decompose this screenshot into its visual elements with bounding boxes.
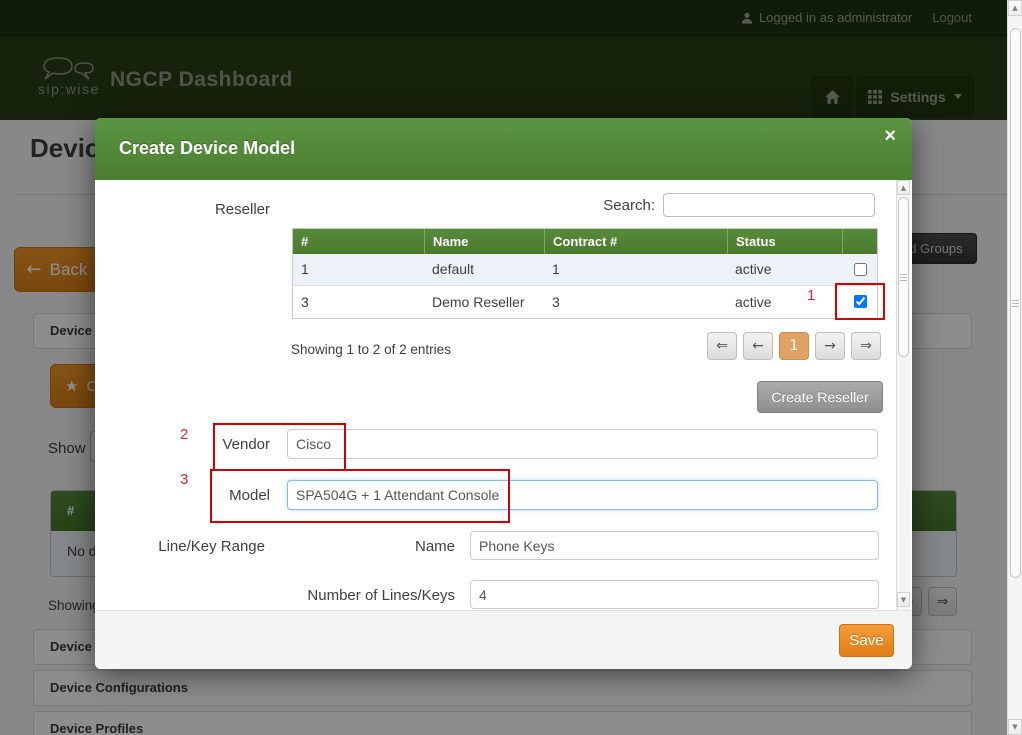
column-header-id[interactable]: # bbox=[293, 229, 424, 254]
reseller-select-checkbox[interactable] bbox=[854, 263, 867, 276]
annotation-box-checkbox bbox=[835, 283, 885, 320]
search-input[interactable] bbox=[663, 193, 875, 217]
reseller-label: Reseller bbox=[185, 201, 270, 218]
cell-contract: 3 bbox=[544, 286, 727, 318]
modal-footer: Save bbox=[95, 610, 912, 669]
scrollbar-grip bbox=[900, 277, 907, 278]
modal-scrollbar[interactable]: ▲ ▼ bbox=[896, 180, 910, 610]
create-reseller-button[interactable]: Create Reseller bbox=[757, 381, 883, 413]
modal-body: Reseller Search: # Name Contract # Statu… bbox=[95, 180, 912, 610]
cell-id: 3 bbox=[293, 286, 424, 318]
page-scrollbar-thumb[interactable] bbox=[1010, 28, 1021, 578]
scroll-down-icon[interactable]: ▼ bbox=[1008, 719, 1022, 735]
number-of-lines-label: Number of Lines/Keys bbox=[275, 587, 455, 604]
cell-status: active bbox=[727, 286, 842, 318]
cell-select bbox=[842, 254, 877, 285]
pagination-first-button[interactable]: ⇐ bbox=[707, 332, 737, 360]
annotation-step-3: 3 bbox=[180, 471, 188, 488]
page-scrollbar[interactable]: ▲ ▼ bbox=[1007, 0, 1022, 735]
reseller-table: # Name Contract # Status 1 default 1 act… bbox=[292, 228, 878, 319]
vendor-input[interactable] bbox=[287, 429, 878, 459]
scroll-up-icon[interactable]: ▲ bbox=[897, 180, 910, 195]
column-header-contract[interactable]: Contract # bbox=[544, 229, 727, 254]
table-row[interactable]: 1 default 1 active bbox=[293, 254, 877, 286]
cell-name: default bbox=[424, 254, 544, 285]
pagination-last-button[interactable]: ⇒ bbox=[851, 332, 881, 360]
linekey-range-label: Line/Key Range bbox=[150, 538, 265, 555]
linekey-name-label: Name bbox=[363, 538, 455, 555]
cell-id: 1 bbox=[293, 254, 424, 285]
close-icon[interactable]: × bbox=[884, 126, 896, 146]
annotation-step-1: 1 bbox=[807, 287, 815, 304]
pagination-prev-button[interactable]: ← bbox=[743, 332, 773, 360]
pagination-page-button[interactable]: 1 bbox=[779, 332, 809, 360]
scroll-up-icon[interactable]: ▲ bbox=[1008, 0, 1022, 16]
scrollbar-grip bbox=[1012, 303, 1019, 304]
modal-title: Create Device Model bbox=[119, 138, 295, 159]
cell-status: active bbox=[727, 254, 842, 285]
pagination-next-button[interactable]: → bbox=[815, 332, 845, 360]
reseller-table-header-row: # Name Contract # Status bbox=[293, 229, 877, 254]
modal-header: Create Device Model × bbox=[95, 118, 912, 180]
annotation-box-vendor bbox=[213, 423, 346, 471]
linekey-name-input[interactable] bbox=[470, 531, 879, 560]
search-label: Search: bbox=[565, 197, 655, 214]
cell-contract: 1 bbox=[544, 254, 727, 285]
create-device-model-modal: Create Device Model × Reseller Search: #… bbox=[95, 118, 912, 669]
reseller-showing-text: Showing 1 to 2 of 2 entries bbox=[291, 342, 451, 357]
table-row[interactable]: 3 Demo Reseller 3 active bbox=[293, 286, 877, 318]
modal-scrollbar-thumb[interactable] bbox=[898, 197, 909, 357]
column-header-select bbox=[842, 229, 877, 254]
number-of-lines-input[interactable] bbox=[470, 580, 879, 609]
cell-name: Demo Reseller bbox=[424, 286, 544, 318]
annotation-box-model bbox=[210, 469, 510, 523]
column-header-status[interactable]: Status bbox=[727, 229, 842, 254]
save-button[interactable]: Save bbox=[839, 624, 894, 657]
column-header-name[interactable]: Name bbox=[424, 229, 544, 254]
reseller-pagination: ⇐ ← 1 → ⇒ bbox=[707, 332, 881, 360]
scroll-down-icon[interactable]: ▼ bbox=[897, 592, 910, 607]
ngcp-dashboard-app: Logged in as administrator Logout sip:wi… bbox=[0, 0, 1022, 735]
annotation-step-2: 2 bbox=[180, 426, 188, 443]
